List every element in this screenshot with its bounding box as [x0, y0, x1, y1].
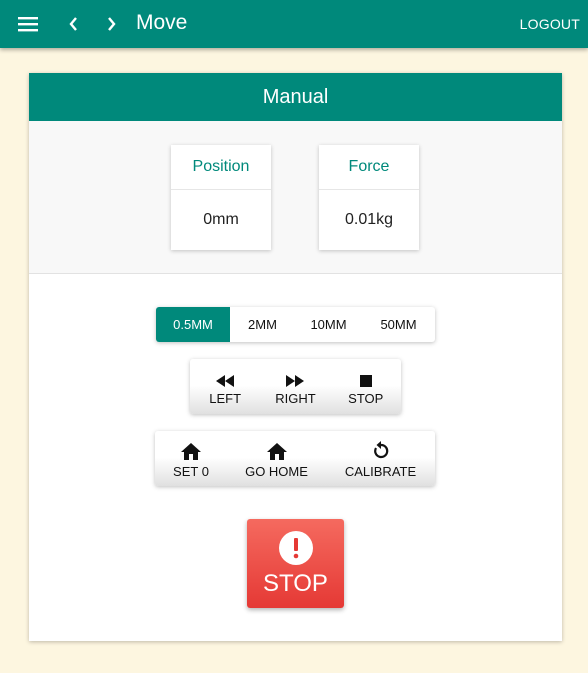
move-button-group: LEFT RIGHT STOP [190, 359, 401, 414]
go-home-label: GO HOME [245, 464, 308, 479]
position-value: 0mm [203, 211, 239, 228]
chevron-right-icon[interactable] [99, 12, 125, 36]
step-option-10mm[interactable]: 10MM [295, 307, 362, 342]
force-label: Force [319, 145, 419, 190]
chevron-left-icon[interactable] [60, 12, 86, 36]
app-bar: Move LOGOUT [0, 0, 588, 48]
calibrate-label: CALIBRATE [344, 464, 417, 479]
move-right-label: RIGHT [275, 391, 316, 406]
emergency-stop-button[interactable]: STOP [247, 519, 344, 608]
stop-square-icon [359, 365, 372, 387]
move-right-button[interactable]: RIGHT [260, 359, 330, 414]
step-option-2mm[interactable]: 2MM [230, 307, 295, 342]
move-stop-label: STOP [348, 391, 384, 406]
calibrate-button[interactable]: CALIBRATE [326, 431, 435, 486]
position-label: Position [171, 145, 271, 190]
refresh-icon [372, 438, 390, 460]
home-icon [266, 438, 287, 460]
readings-panel: Position 0mm Force 0.01kg [29, 121, 562, 274]
logout-button[interactable]: LOGOUT [520, 15, 580, 33]
page-title: Move [136, 11, 188, 34]
menu-icon[interactable] [14, 12, 42, 36]
home-icon [181, 438, 201, 460]
home-button-group: SET 0 GO HOME CALIBRATE [155, 431, 435, 486]
manual-card: Manual Position 0mm Force 0.01kg 0.5MM 2… [29, 73, 562, 641]
position-readout: Position 0mm [171, 145, 271, 250]
step-option-50mm[interactable]: 50MM [362, 307, 435, 342]
move-left-label: LEFT [209, 391, 242, 406]
go-home-button[interactable]: GO HOME [227, 431, 326, 486]
set-zero-button[interactable]: SET 0 [155, 431, 227, 486]
fast-rewind-icon [216, 365, 235, 387]
set-zero-label: SET 0 [173, 464, 209, 479]
force-readout: Force 0.01kg [319, 145, 419, 250]
step-option-0-5mm[interactable]: 0.5MM [156, 307, 230, 342]
force-value: 0.01kg [344, 211, 394, 228]
move-stop-button[interactable]: STOP [331, 359, 401, 414]
fast-forward-icon [286, 365, 305, 387]
move-left-button[interactable]: LEFT [190, 359, 260, 414]
step-size-selector: 0.5MM 2MM 10MM 50MM [156, 307, 435, 342]
alert-circle-icon [278, 531, 313, 565]
emergency-stop-label: STOP [263, 570, 328, 597]
card-title: Manual [29, 73, 562, 121]
